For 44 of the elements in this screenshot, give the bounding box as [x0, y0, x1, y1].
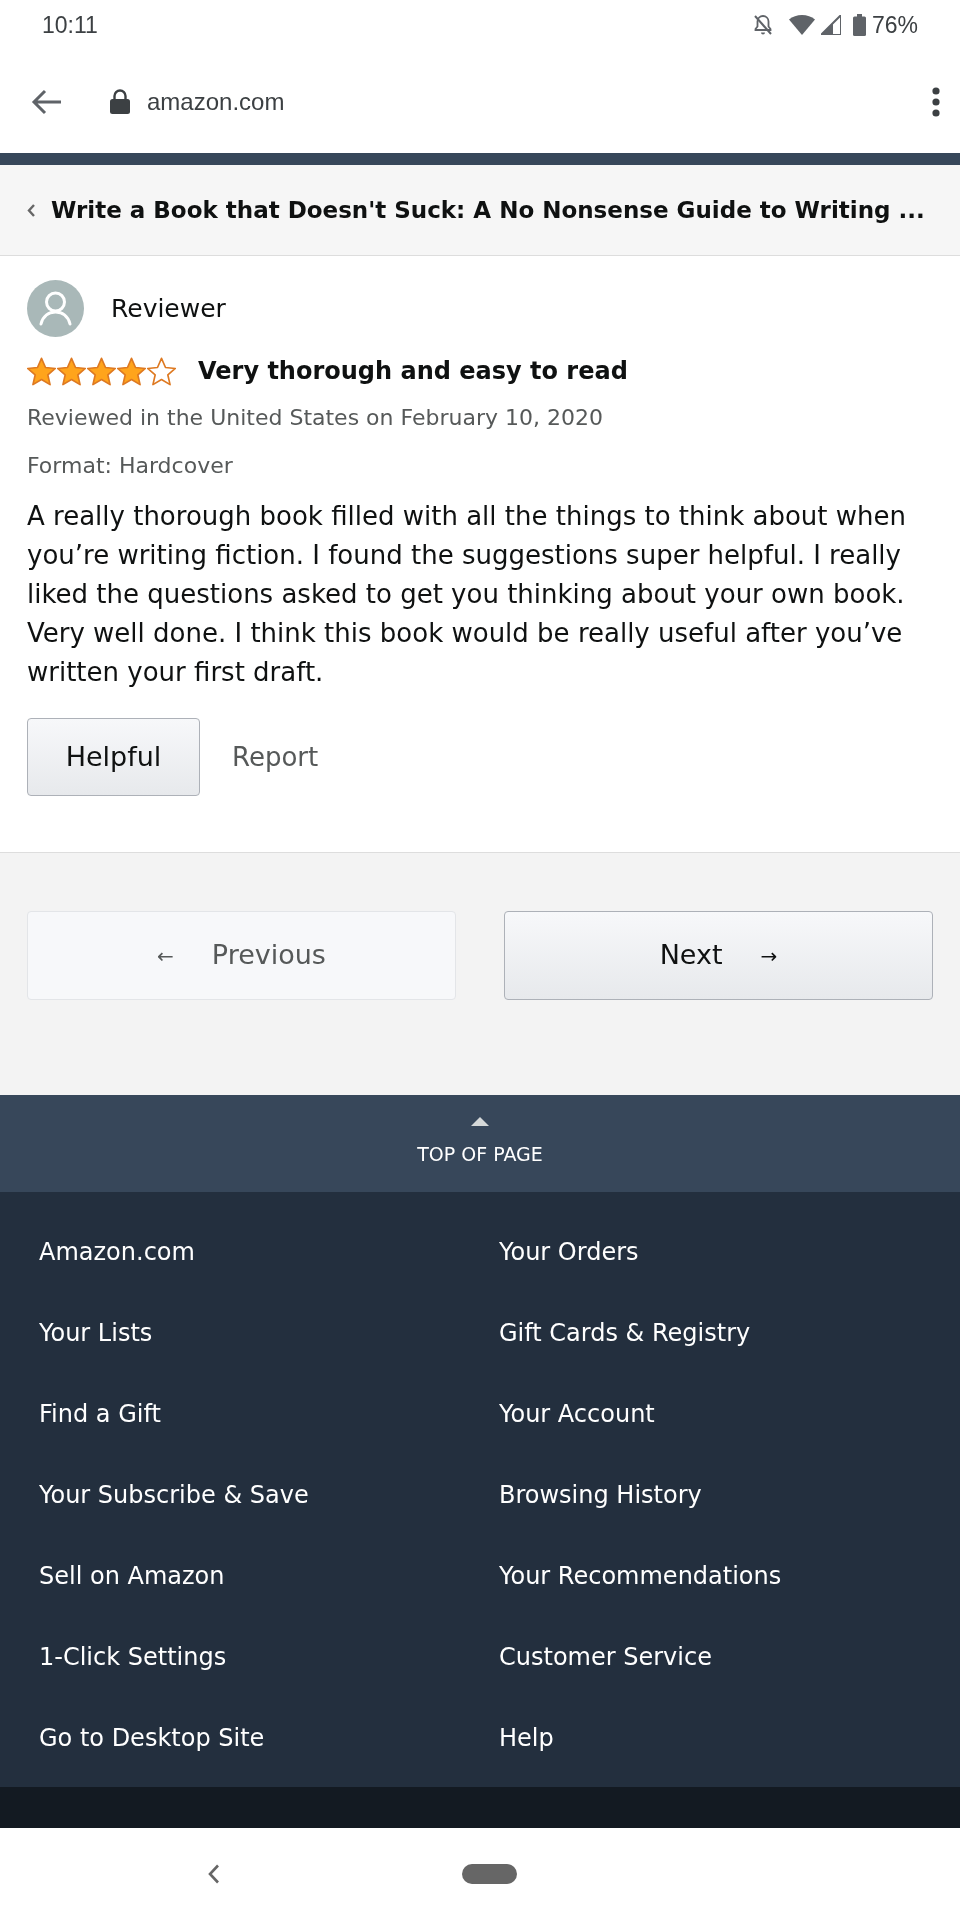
- footer-link[interactable]: Browsing History: [499, 1476, 702, 1513]
- footer-link[interactable]: Amazon.com: [39, 1233, 195, 1270]
- chevron-left-icon[interactable]: [27, 203, 35, 217]
- star-icon: [27, 356, 56, 386]
- wifi-icon: [788, 15, 815, 35]
- overflow-menu-icon[interactable]: [932, 86, 940, 117]
- battery-icon: [852, 14, 866, 36]
- footer-link[interactable]: Your Subscribe & Save: [39, 1476, 309, 1513]
- footer-link[interactable]: Your Lists: [39, 1314, 153, 1351]
- footer-link[interactable]: Your Recommendations: [499, 1557, 782, 1594]
- footer-link[interactable]: Your Orders: [499, 1233, 639, 1270]
- footer-link[interactable]: Your Account: [499, 1395, 655, 1432]
- star-icon: [57, 356, 86, 386]
- bell-off-icon: [752, 14, 773, 36]
- caret-up-icon: [471, 1117, 489, 1126]
- footer-link[interactable]: 1-Click Settings: [39, 1638, 227, 1675]
- home-pill-icon[interactable]: [462, 1864, 517, 1884]
- footer-link[interactable]: Customer Service: [499, 1638, 712, 1675]
- lock-icon: [110, 89, 130, 114]
- back-to-top-button[interactable]: TOP OF PAGE: [0, 1095, 960, 1192]
- avatar-icon: [27, 280, 84, 337]
- nav-back-icon[interactable]: [207, 1864, 220, 1884]
- footer-link[interactable]: Sell on Amazon: [39, 1557, 225, 1594]
- footer-link[interactable]: Go to Desktop Site: [39, 1719, 265, 1756]
- status-time: 10:11: [42, 10, 98, 40]
- star-icon: [147, 356, 176, 386]
- reviewer-name: Reviewer: [111, 292, 226, 325]
- footer-link[interactable]: Gift Cards & Registry: [499, 1314, 751, 1351]
- review-text: A really thorough book filled with all the things to think about when you’re writing fiction. I found the suggestions super helpful. I really liked the questions asked to get you thinking about your own book. Very well done. I think this book would be really useful after you’ve written your first draft.: [27, 500, 907, 689]
- signal-icon: [820, 15, 841, 35]
- report-link[interactable]: Report: [232, 737, 319, 777]
- helpful-button[interactable]: Helpful: [27, 718, 200, 796]
- url-text[interactable]: amazon.com: [147, 83, 285, 120]
- review-date: Reviewed in the United States on February 10, 2020: [27, 404, 604, 432]
- footer-link[interactable]: Help: [499, 1719, 554, 1756]
- product-title[interactable]: Write a Book that Doesn't Suck: A No Nonsense Guide to Writing ...: [51, 192, 925, 228]
- next-button[interactable]: Next →: [504, 911, 933, 1000]
- footer-link[interactable]: Find a Gift: [39, 1395, 161, 1432]
- back-arrow-icon[interactable]: [31, 88, 62, 115]
- battery-percentage: 76%: [871, 10, 918, 40]
- star-icon: [117, 356, 146, 386]
- star-icon: [87, 356, 116, 386]
- review-format: Format: Hardcover: [27, 452, 234, 480]
- review-title: Very thorough and easy to read: [198, 356, 628, 387]
